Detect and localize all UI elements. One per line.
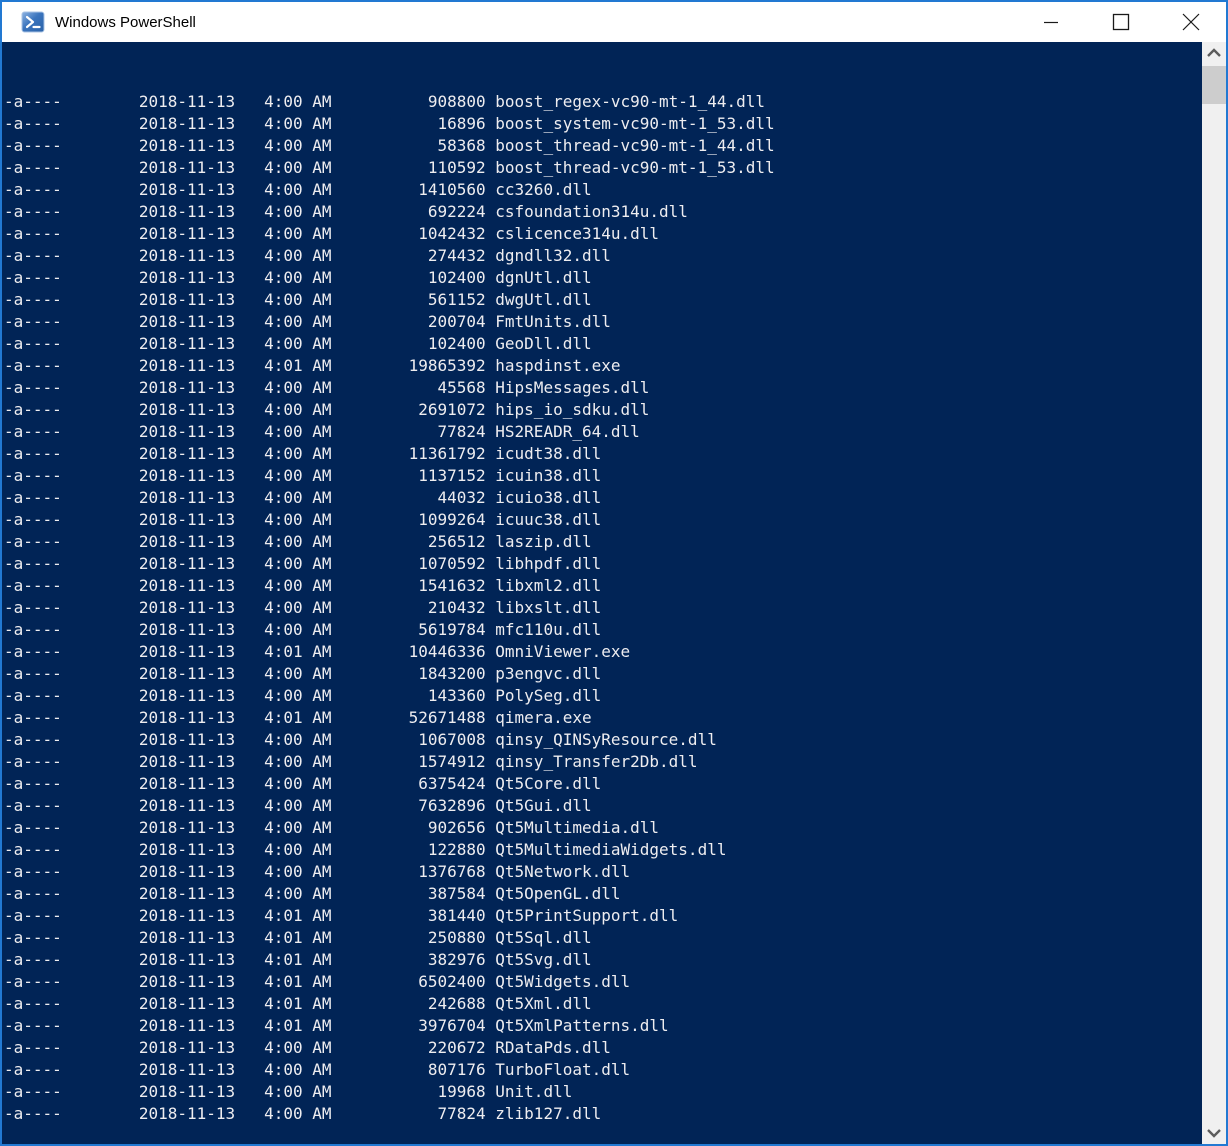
file-row: -a---- 2018-11-13 4:00 AM 807176 TurboFl… [4, 1060, 631, 1079]
file-row: -a---- 2018-11-13 4:00 AM 6375424 Qt5Cor… [4, 774, 602, 793]
file-row: -a---- 2018-11-13 4:00 AM 1099264 icuuc3… [4, 510, 602, 529]
window-controls [1016, 2, 1226, 42]
file-row: -a---- 2018-11-13 4:01 AM 3976704 Qt5Xml… [4, 1016, 669, 1035]
file-row: -a---- 2018-11-13 4:00 AM 5619784 mfc110… [4, 620, 602, 639]
file-row: -a---- 2018-11-13 4:01 AM 10446336 OmniV… [4, 642, 631, 661]
vertical-scrollbar[interactable] [1202, 42, 1226, 1144]
file-row: -a---- 2018-11-13 4:00 AM 1376768 Qt5Net… [4, 862, 631, 881]
file-row: -a---- 2018-11-13 4:00 AM 122880 Qt5Mult… [4, 840, 727, 859]
console[interactable]: -a---- 2018-11-13 4:00 AM 908800 boost_r… [2, 42, 1202, 1144]
file-row: -a---- 2018-11-13 4:00 AM 44032 icuio38.… [4, 488, 602, 507]
file-row: -a---- 2018-11-13 4:01 AM 52671488 qimer… [4, 708, 592, 727]
file-row: -a---- 2018-11-13 4:00 AM 220672 RDataPd… [4, 1038, 611, 1057]
file-row: -a---- 2018-11-13 4:00 AM 387584 Qt5Open… [4, 884, 621, 903]
file-row: -a---- 2018-11-13 4:00 AM 692224 csfound… [4, 202, 688, 221]
file-row: -a---- 2018-11-13 4:01 AM 19865392 haspd… [4, 356, 621, 375]
file-row: -a---- 2018-11-13 4:00 AM 77824 zlib127.… [4, 1104, 602, 1123]
minimize-icon [1044, 21, 1058, 24]
console-output: -a---- 2018-11-13 4:00 AM 908800 boost_r… [4, 91, 1202, 1144]
file-row: -a---- 2018-11-13 4:01 AM 250880 Qt5Sql.… [4, 928, 592, 947]
chevron-down-icon [1207, 1129, 1221, 1138]
file-row: -a---- 2018-11-13 4:01 AM 381440 Qt5Prin… [4, 906, 679, 925]
chevron-up-icon [1207, 48, 1221, 57]
file-row: -a---- 2018-11-13 4:00 AM 274432 dgndll3… [4, 246, 611, 265]
file-row: -a---- 2018-11-13 4:00 AM 1067008 qinsy_… [4, 730, 717, 749]
file-row: -a---- 2018-11-13 4:01 AM 242688 Qt5Xml.… [4, 994, 592, 1013]
powershell-window: Windows PowerShell -a---- 2018-11-13 4:0… [0, 0, 1228, 1146]
file-row: -a---- 2018-11-13 4:00 AM 1843200 p3engv… [4, 664, 602, 683]
maximize-button[interactable] [1086, 2, 1156, 42]
scrollbar-thumb[interactable] [1202, 66, 1226, 104]
file-row: -a---- 2018-11-13 4:00 AM 7632896 Qt5Gui… [4, 796, 592, 815]
maximize-icon [1112, 13, 1130, 31]
file-row: -a---- 2018-11-13 4:00 AM 1042432 cslice… [4, 224, 660, 243]
file-row: -a---- 2018-11-13 4:00 AM 77824 HS2READR… [4, 422, 640, 441]
file-row: -a---- 2018-11-13 4:01 AM 6502400 Qt5Wid… [4, 972, 631, 991]
file-row: -a---- 2018-11-13 4:00 AM 19968 Unit.dll [4, 1082, 573, 1101]
scroll-down-button[interactable] [1202, 1122, 1226, 1144]
file-row: -a---- 2018-11-13 4:00 AM 200704 FmtUnit… [4, 312, 611, 331]
file-row: -a---- 2018-11-13 4:00 AM 902656 Qt5Mult… [4, 818, 660, 837]
file-row: -a---- 2018-11-13 4:00 AM 102400 GeoDll.… [4, 334, 592, 353]
file-row: -a---- 2018-11-13 4:00 AM 1574912 qinsy_… [4, 752, 698, 771]
file-row: -a---- 2018-11-13 4:00 AM 210432 libxslt… [4, 598, 602, 617]
file-row: -a---- 2018-11-13 4:00 AM 102400 dgnUtl.… [4, 268, 592, 287]
window-title: Windows PowerShell [55, 13, 196, 31]
file-row: -a---- 2018-11-13 4:00 AM 110592 boost_t… [4, 158, 775, 177]
file-row: -a---- 2018-11-13 4:00 AM 11361792 icudt… [4, 444, 602, 463]
file-row: -a---- 2018-11-13 4:00 AM 143360 PolySeg… [4, 686, 602, 705]
file-row: -a---- 2018-11-13 4:00 AM 561152 dwgUtl.… [4, 290, 592, 309]
minimize-button[interactable] [1016, 2, 1086, 42]
file-row: -a---- 2018-11-13 4:00 AM 58368 boost_th… [4, 136, 775, 155]
file-row: -a---- 2018-11-13 4:00 AM 1070592 libhpd… [4, 554, 602, 573]
file-row: -a---- 2018-11-13 4:00 AM 1137152 icuin3… [4, 466, 602, 485]
file-row: -a---- 2018-11-13 4:01 AM 382976 Qt5Svg.… [4, 950, 592, 969]
close-icon [1182, 13, 1200, 31]
scroll-up-button[interactable] [1202, 42, 1226, 64]
close-button[interactable] [1156, 2, 1226, 42]
file-row: -a---- 2018-11-13 4:00 AM 2691072 hips_i… [4, 400, 650, 419]
file-row: -a---- 2018-11-13 4:00 AM 16896 boost_sy… [4, 114, 775, 133]
file-row: -a---- 2018-11-13 4:00 AM 256512 laszip.… [4, 532, 592, 551]
file-row: -a---- 2018-11-13 4:00 AM 45568 HipsMess… [4, 378, 650, 397]
file-row: -a---- 2018-11-13 4:00 AM 1541632 libxml… [4, 576, 602, 595]
powershell-icon [21, 11, 45, 33]
file-row: -a---- 2018-11-13 4:00 AM 908800 boost_r… [4, 92, 765, 111]
titlebar[interactable]: Windows PowerShell [2, 2, 1226, 42]
file-row: -a---- 2018-11-13 4:00 AM 1410560 cc3260… [4, 180, 592, 199]
